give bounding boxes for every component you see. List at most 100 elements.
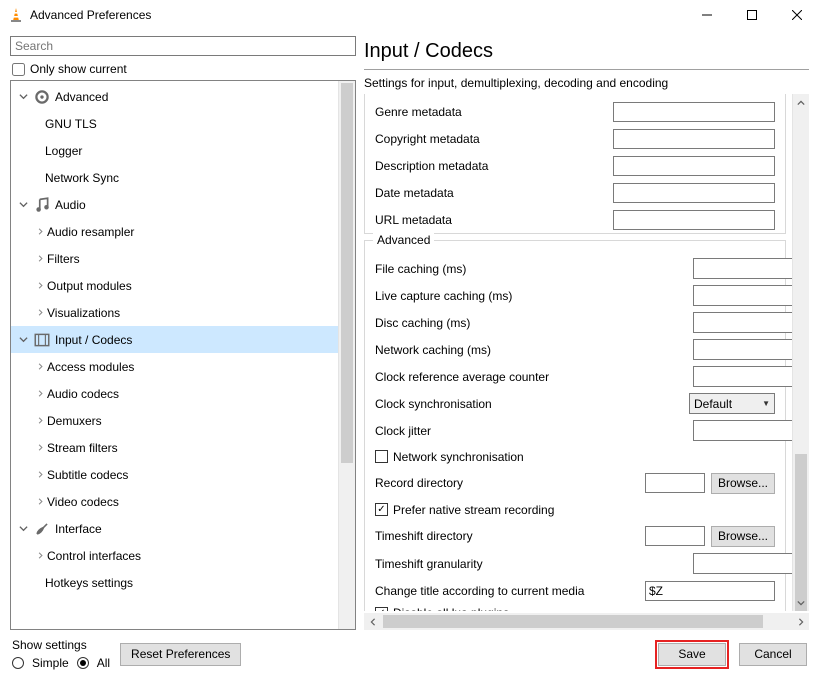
chevron-right-icon[interactable]: [33, 417, 47, 424]
checkbox-icon[interactable]: [375, 450, 388, 463]
page-description: Settings for input, demultiplexing, deco…: [364, 76, 809, 90]
chevron-right-icon[interactable]: [33, 363, 47, 370]
description-metadata-label: Description metadata: [375, 159, 613, 173]
tree-item-access-modules[interactable]: Access modules: [11, 353, 338, 380]
change-title-input[interactable]: [645, 581, 775, 601]
chevron-down-icon[interactable]: [15, 200, 31, 209]
cancel-button[interactable]: Cancel: [739, 643, 807, 666]
disc-caching-spinner[interactable]: ▲▼: [693, 312, 775, 333]
advanced-group-title: Advanced: [373, 233, 434, 247]
scrollbar-thumb[interactable]: [341, 83, 353, 463]
chevron-right-icon[interactable]: [33, 309, 47, 316]
file-caching-spinner[interactable]: ▲▼: [693, 258, 775, 279]
prefer-native-checkbox[interactable]: ✓Prefer native stream recording: [365, 497, 785, 522]
settings-hscrollbar[interactable]: [364, 613, 809, 630]
chevron-down-icon[interactable]: [15, 524, 31, 533]
chevron-right-icon[interactable]: [33, 228, 47, 235]
preferences-tree[interactable]: Advanced GNU TLS Logger Network Sync Aud…: [11, 81, 338, 629]
chevron-down-icon[interactable]: [15, 92, 31, 101]
footer: Show settings Simple All Reset Preferenc…: [0, 630, 819, 670]
description-metadata-input[interactable]: [613, 156, 775, 176]
chevron-right-icon[interactable]: [33, 255, 47, 262]
chevron-right-icon[interactable]: [33, 471, 47, 478]
tree-item-video-codecs[interactable]: Video codecs: [11, 488, 338, 515]
tree-item-output-modules[interactable]: Output modules: [11, 272, 338, 299]
tree-item-logger[interactable]: Logger: [11, 137, 338, 164]
genre-metadata-input[interactable]: [613, 102, 775, 122]
checkbox-checked-icon[interactable]: ✓: [375, 503, 388, 516]
clock-jitter-spinner[interactable]: ▲▼: [693, 420, 775, 441]
search-input[interactable]: [10, 36, 356, 56]
scroll-right-icon[interactable]: [792, 618, 809, 626]
divider: [364, 69, 809, 70]
tree-item-subtitle-codecs[interactable]: Subtitle codecs: [11, 461, 338, 488]
tree-item-hotkeys-settings[interactable]: Hotkeys settings: [11, 569, 338, 596]
record-dir-label: Record directory: [375, 476, 639, 490]
live-caching-spinner[interactable]: ▲▼: [693, 285, 775, 306]
scrollbar-thumb[interactable]: [383, 615, 763, 628]
simple-radio[interactable]: [12, 657, 24, 669]
scrollbar-thumb[interactable]: [795, 454, 807, 611]
network-caching-label: Network caching (ms): [375, 343, 693, 357]
clock-ref-spinner[interactable]: ▲▼: [693, 366, 775, 387]
show-settings-label: Show settings: [12, 638, 110, 652]
copyright-metadata-input[interactable]: [613, 129, 775, 149]
reset-preferences-button[interactable]: Reset Preferences: [120, 643, 241, 666]
timeshift-dir-input[interactable]: [645, 526, 705, 546]
only-show-current-label: Only show current: [30, 62, 127, 76]
chevron-down-icon: ▼: [762, 399, 770, 408]
tree-scrollbar[interactable]: [338, 81, 355, 629]
clock-jitter-label: Clock jitter: [375, 424, 693, 438]
record-dir-browse-button[interactable]: Browse...: [711, 473, 775, 494]
tree-item-input-codecs[interactable]: Input / Codecs: [11, 326, 338, 353]
record-dir-input[interactable]: [645, 473, 705, 493]
chevron-right-icon[interactable]: [33, 444, 47, 451]
network-caching-spinner[interactable]: ▲▼: [693, 339, 775, 360]
scroll-left-icon[interactable]: [364, 618, 381, 626]
tree-item-advanced[interactable]: Advanced: [11, 83, 338, 110]
advanced-group: Advanced File caching (ms) ▲▼ Live captu…: [364, 240, 786, 611]
page-title: Input / Codecs: [364, 36, 809, 69]
url-metadata-input[interactable]: [613, 210, 775, 230]
save-button[interactable]: Save: [658, 643, 726, 666]
timeshift-dir-browse-button[interactable]: Browse...: [711, 526, 775, 547]
chevron-right-icon[interactable]: [33, 498, 47, 505]
disable-lua-checkbox[interactable]: ✓Disable all lua plugins: [365, 604, 785, 611]
date-metadata-input[interactable]: [613, 183, 775, 203]
chevron-right-icon[interactable]: [33, 390, 47, 397]
minimize-button[interactable]: [684, 0, 729, 30]
left-pane: Only show current Advanced GNU TLS Logge…: [10, 36, 356, 630]
chevron-down-icon[interactable]: [15, 335, 31, 344]
scroll-up-icon[interactable]: [793, 94, 809, 111]
settings-vscrollbar[interactable]: [792, 94, 809, 611]
tree-item-filters[interactable]: Filters: [11, 245, 338, 272]
timeshift-dir-label: Timeshift directory: [375, 529, 639, 543]
only-show-current-checkbox[interactable]: Only show current: [10, 60, 356, 80]
timeshift-gran-label: Timeshift granularity: [375, 557, 693, 571]
close-button[interactable]: [774, 0, 819, 30]
vlc-cone-icon: [8, 7, 24, 23]
tree-item-demuxers[interactable]: Demuxers: [11, 407, 338, 434]
scroll-down-icon[interactable]: [793, 594, 809, 611]
tree-item-control-interfaces[interactable]: Control interfaces: [11, 542, 338, 569]
tree-item-audio[interactable]: Audio: [11, 191, 338, 218]
tree-item-gnutls[interactable]: GNU TLS: [11, 110, 338, 137]
timeshift-gran-spinner[interactable]: ▲▼: [693, 553, 775, 574]
chevron-right-icon[interactable]: [33, 552, 47, 559]
titlebar: Advanced Preferences: [0, 0, 819, 30]
tree-item-audio-codecs[interactable]: Audio codecs: [11, 380, 338, 407]
network-sync-checkbox[interactable]: Network synchronisation: [365, 444, 785, 469]
clock-sync-select[interactable]: Default▼: [689, 393, 775, 414]
tree-item-audio-resampler[interactable]: Audio resampler: [11, 218, 338, 245]
tree-item-visualizations[interactable]: Visualizations: [11, 299, 338, 326]
tree-item-stream-filters[interactable]: Stream filters: [11, 434, 338, 461]
checkbox-checked-icon[interactable]: ✓: [375, 607, 388, 612]
tree-item-network-sync[interactable]: Network Sync: [11, 164, 338, 191]
file-caching-label: File caching (ms): [375, 262, 693, 276]
chevron-right-icon[interactable]: [33, 282, 47, 289]
maximize-button[interactable]: [729, 0, 774, 30]
only-show-current-box[interactable]: [12, 63, 25, 76]
tree-item-interface[interactable]: Interface: [11, 515, 338, 542]
genre-metadata-label: Genre metadata: [375, 105, 613, 119]
all-radio[interactable]: [77, 657, 89, 669]
